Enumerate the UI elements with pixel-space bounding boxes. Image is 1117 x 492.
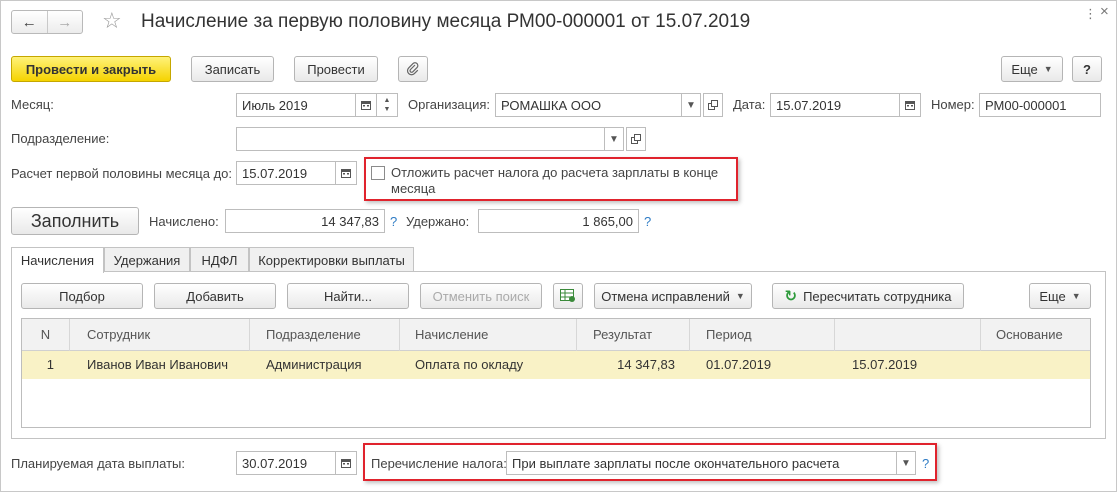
- cell-accrual: Оплата по окладу: [415, 357, 524, 372]
- postpone-tax-checkbox[interactable]: [371, 166, 385, 180]
- refresh-icon: ↻: [784, 288, 798, 305]
- chevron-down-icon: ▼: [735, 291, 745, 301]
- favorite-star-icon[interactable]: ☆: [102, 9, 122, 33]
- column-header-n[interactable]: N: [22, 319, 70, 351]
- withheld-label: Удержано:: [406, 214, 470, 229]
- tax-transfer-help-icon[interactable]: ?: [922, 456, 929, 472]
- accrued-help-icon[interactable]: ?: [390, 214, 397, 230]
- recalc-employee-label: Пересчитать сотрудника: [803, 288, 952, 304]
- chevron-down-icon: ▼: [1071, 291, 1081, 301]
- recalc-employee-button[interactable]: ↻ Пересчитать сотрудника: [772, 283, 964, 309]
- month-field[interactable]: Июль 2019: [236, 93, 356, 117]
- accrued-label: Начислено:: [149, 214, 219, 229]
- withheld-help-icon[interactable]: ?: [644, 214, 651, 230]
- accruals-table: N Сотрудник Подразделение Начисление Рез…: [21, 318, 1091, 428]
- stepper-down-icon[interactable]: ▼: [384, 105, 391, 114]
- tab-deductions[interactable]: Удержания: [104, 247, 190, 272]
- chevron-down-icon: ▼: [1043, 64, 1053, 74]
- accrued-field: 14 347,83: [225, 209, 385, 233]
- table-more-button[interactable]: Еще ▼: [1029, 283, 1091, 309]
- tab-accruals[interactable]: Начисления: [11, 247, 104, 273]
- table-header: N Сотрудник Подразделение Начисление Рез…: [22, 319, 1090, 351]
- tab-payment-corrections[interactable]: Корректировки выплаты: [249, 247, 414, 272]
- pay-date-field[interactable]: 30.07.2019: [236, 451, 336, 475]
- post-and-close-button[interactable]: Провести и закрыть: [11, 56, 171, 82]
- organization-label: Организация:: [408, 97, 491, 112]
- pay-date-label: Планируемая дата выплаты:: [11, 456, 185, 471]
- save-button[interactable]: Записать: [191, 56, 274, 82]
- postpone-tax-label-line1: Отложить расчет налога до расчета зарпла…: [391, 165, 719, 180]
- column-header-result[interactable]: Результат: [577, 319, 690, 351]
- cancel-fixes-button[interactable]: Отмена исправлений ▼: [594, 283, 752, 309]
- division-label: Подразделение:: [11, 131, 110, 146]
- cancel-search-button[interactable]: Отменить поиск: [420, 283, 542, 309]
- open-organization-icon[interactable]: [703, 93, 723, 117]
- open-division-icon[interactable]: [626, 127, 646, 151]
- column-header-basis[interactable]: Основание: [981, 319, 1092, 351]
- add-button[interactable]: Добавить: [154, 283, 276, 309]
- stepper-up-icon[interactable]: ▲: [384, 96, 391, 105]
- tax-transfer-label: Перечисление налога:: [371, 456, 507, 471]
- column-header-accrual[interactable]: Начисление: [400, 319, 577, 351]
- cell-n: 1: [46, 357, 54, 372]
- calendar-icon[interactable]: [899, 93, 921, 117]
- more-label: Еще: [1011, 61, 1038, 77]
- number-label: Номер:: [931, 97, 975, 112]
- column-header-period[interactable]: Период: [690, 319, 835, 351]
- withheld-field: 1 865,00: [478, 209, 639, 233]
- cell-period-start: 01.07.2019: [706, 357, 772, 372]
- tax-transfer-field[interactable]: При выплате зарплаты после окончательног…: [506, 451, 897, 475]
- cell-division: Администрация: [266, 357, 362, 372]
- attach-button[interactable]: [398, 56, 428, 82]
- page-title: Начисление за первую половину месяца РМ0…: [141, 11, 751, 32]
- cell-result: 14 347,83: [617, 357, 675, 372]
- column-header-period-end[interactable]: [835, 319, 981, 351]
- cancel-fixes-label: Отмена исправлений: [601, 288, 730, 304]
- calendar-icon[interactable]: [335, 451, 357, 475]
- date-label: Дата:: [733, 97, 766, 112]
- column-header-employee[interactable]: Сотрудник: [70, 319, 250, 351]
- cell-period-end: 15.07.2019: [852, 357, 918, 372]
- nav-buttons: ← →: [11, 10, 83, 34]
- menu-icon[interactable]: ⋮: [1084, 7, 1097, 21]
- help-button[interactable]: ?: [1072, 56, 1102, 82]
- cell-basis: [981, 351, 1092, 379]
- table-more-label: Еще: [1039, 288, 1066, 304]
- grid-settings-icon: [560, 289, 575, 302]
- table-settings-button[interactable]: [553, 283, 583, 309]
- month-stepper[interactable]: ▲ ▼: [376, 93, 398, 117]
- forward-icon[interactable]: →: [46, 11, 83, 33]
- pick-button[interactable]: Подбор: [21, 283, 143, 309]
- column-header-division[interactable]: Подразделение: [250, 319, 400, 351]
- back-icon[interactable]: ←: [12, 11, 47, 33]
- division-field[interactable]: [236, 127, 605, 151]
- calc-until-label: Расчет первой половины месяца до:: [11, 166, 232, 181]
- date-field[interactable]: 15.07.2019: [770, 93, 900, 117]
- close-icon[interactable]: ×: [1100, 4, 1109, 19]
- tax-transfer-dropdown-icon[interactable]: ▼: [896, 451, 916, 475]
- tab-ndfl[interactable]: НДФЛ: [190, 247, 249, 272]
- fill-button[interactable]: Заполнить: [11, 207, 139, 235]
- paperclip-icon: [406, 62, 419, 76]
- calendar-icon[interactable]: [335, 161, 357, 185]
- organization-dropdown-icon[interactable]: ▼: [681, 93, 701, 117]
- month-label: Месяц:: [11, 97, 54, 112]
- calc-until-field[interactable]: 15.07.2019: [236, 161, 336, 185]
- post-button[interactable]: Провести: [294, 56, 378, 82]
- postpone-tax-label-line2: месяца: [391, 181, 436, 196]
- table-row[interactable]: 1 Иванов Иван Иванович Администрация Опл…: [22, 351, 1090, 379]
- document-window: ← → ☆ Начисление за первую половину меся…: [0, 0, 1117, 492]
- organization-field[interactable]: РОМАШКА ООО: [495, 93, 682, 117]
- calendar-icon[interactable]: [355, 93, 377, 117]
- more-button[interactable]: Еще ▼: [1001, 56, 1063, 82]
- find-button[interactable]: Найти...: [287, 283, 409, 309]
- number-field[interactable]: РМ00-000001: [979, 93, 1101, 117]
- division-dropdown-icon[interactable]: ▼: [604, 127, 624, 151]
- cell-employee: Иванов Иван Иванович: [87, 357, 229, 372]
